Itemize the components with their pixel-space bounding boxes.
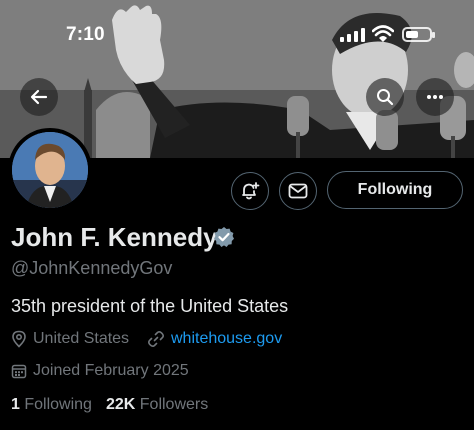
search-icon [377, 89, 394, 106]
notifications-button[interactable] [231, 172, 269, 210]
arrow-left-icon [30, 89, 48, 105]
cellular-signal-icon [340, 28, 365, 42]
wifi-icon [372, 25, 394, 42]
calendar-icon [11, 364, 27, 379]
following-count: 1 [11, 396, 20, 413]
following-button[interactable]: Following [327, 171, 463, 209]
bio: 35th president of the United States [11, 296, 289, 316]
location-text: United States [33, 330, 130, 347]
website-link[interactable]: whitehouse.gov [171, 330, 282, 348]
follow-counts: 1 Following 22K Followers [11, 396, 208, 414]
location-pin-icon [12, 330, 26, 348]
followers-count-link[interactable]: 22K Followers [106, 396, 208, 413]
verified-badge-icon[interactable] [213, 226, 235, 248]
following-label: Following [24, 396, 92, 413]
display-name: John F. Kennedy [11, 222, 218, 252]
avatar[interactable] [8, 128, 92, 212]
bell-plus-icon [242, 182, 260, 200]
avatar-image [12, 132, 88, 208]
status-time: 7:10 [66, 24, 105, 45]
link-icon [148, 331, 164, 347]
status-bar: 7:10 [0, 0, 474, 62]
following-count-link[interactable]: 1 Following [11, 396, 92, 413]
battery-icon [402, 27, 435, 42]
back-button[interactable] [20, 78, 58, 116]
user-handle: @JohnKennedyGov [11, 258, 173, 278]
envelope-icon [288, 183, 308, 199]
location: United States [11, 330, 129, 348]
joined-text: Joined February 2025 [33, 362, 189, 379]
more-options-button[interactable] [416, 78, 454, 116]
more-icon [427, 95, 443, 99]
search-button[interactable] [366, 78, 404, 116]
followers-count: 22K [105, 396, 136, 413]
joined-date: Joined February 2025 [11, 362, 189, 380]
followers-label: Followers [139, 396, 209, 413]
website[interactable]: whitehouse.gov [147, 330, 282, 348]
message-button[interactable] [279, 172, 317, 210]
avatar-portrait [12, 132, 88, 208]
